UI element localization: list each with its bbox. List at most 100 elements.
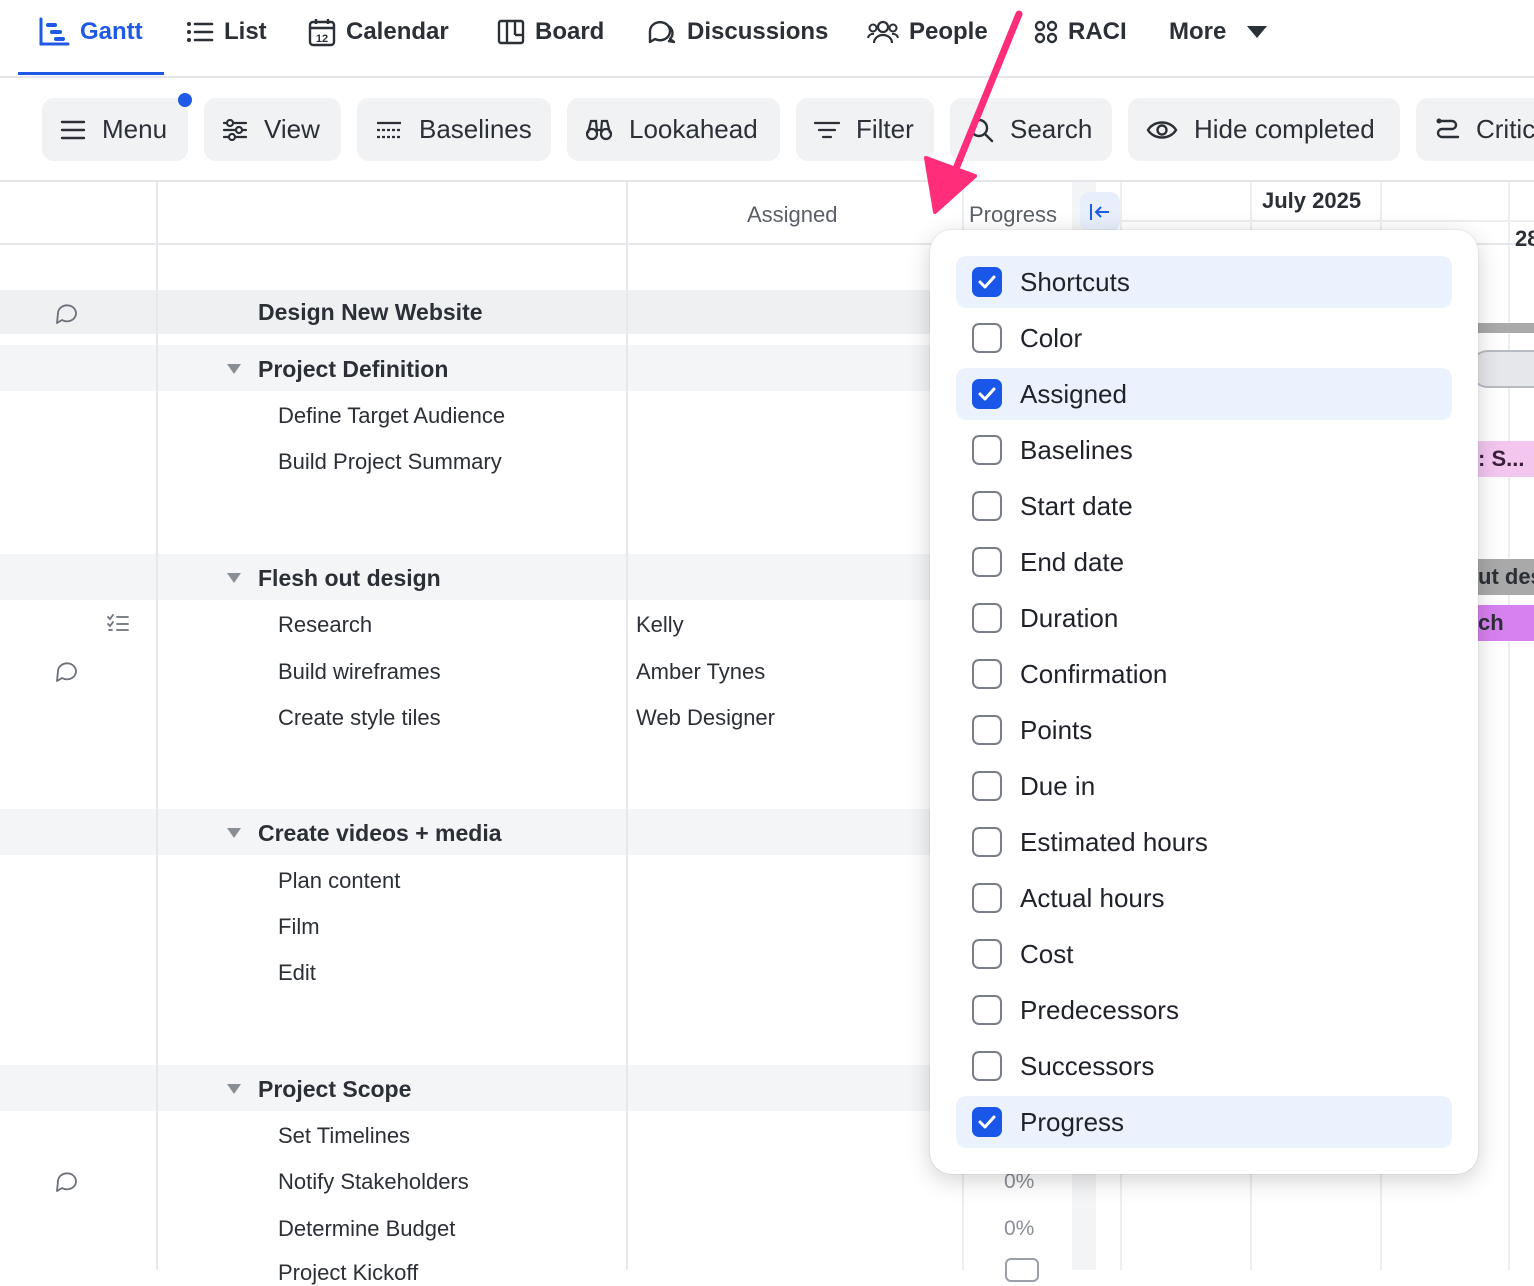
tab-board[interactable]: Board — [497, 12, 604, 52]
group-row[interactable] — [0, 554, 930, 600]
task-name[interactable]: Define Target Audience — [278, 403, 505, 429]
collapse-columns-button[interactable] — [1080, 192, 1120, 232]
checkbox-checked[interactable] — [972, 267, 1002, 297]
checklist-icon[interactable] — [106, 613, 130, 633]
tab-label: Calendar — [346, 18, 449, 45]
group-title[interactable]: Project Scope — [258, 1076, 411, 1103]
checkbox-checked[interactable] — [972, 379, 1002, 409]
column-option-assigned[interactable]: Assigned — [956, 368, 1452, 420]
hide-completed-button[interactable]: Hide completed — [1128, 98, 1400, 161]
tab-more[interactable]: More — [1169, 12, 1268, 52]
column-option-predecessors[interactable]: Predecessors — [956, 984, 1452, 1036]
group-row[interactable] — [0, 345, 930, 391]
task-assignee[interactable]: Kelly — [636, 612, 684, 638]
column-option-duration[interactable]: Duration — [956, 592, 1452, 644]
critical-path-button[interactable]: Critic — [1416, 98, 1534, 161]
checkbox[interactable] — [972, 995, 1002, 1025]
tab-people[interactable]: People — [867, 12, 988, 52]
menu-notification-dot — [178, 93, 192, 107]
column-option-start-date[interactable]: Start date — [956, 480, 1452, 532]
tab-list[interactable]: List — [186, 12, 267, 52]
column-option-successors[interactable]: Successors — [956, 1040, 1452, 1092]
column-option-end-date[interactable]: End date — [956, 536, 1452, 588]
checkbox[interactable] — [972, 771, 1002, 801]
menu-button[interactable]: Menu — [42, 98, 188, 161]
checkbox[interactable] — [972, 1051, 1002, 1081]
task-name[interactable]: Project Kickoff — [278, 1260, 418, 1286]
collapse-caret-icon[interactable] — [227, 1084, 241, 1094]
checkbox[interactable] — [972, 491, 1002, 521]
checkbox[interactable] — [972, 715, 1002, 745]
view-button[interactable]: View — [204, 98, 341, 161]
task-name[interactable]: Film — [278, 914, 320, 940]
checkbox[interactable] — [972, 827, 1002, 857]
task-name[interactable]: Create style tiles — [278, 705, 441, 731]
task-name[interactable]: Research — [278, 612, 372, 638]
column-option-progress[interactable]: Progress — [956, 1096, 1452, 1148]
column-option-estimated-hours[interactable]: Estimated hours — [956, 816, 1452, 868]
lookahead-button[interactable]: Lookahead — [567, 98, 780, 161]
task-bar[interactable]: : S... — [1478, 441, 1534, 477]
task-name[interactable]: Notify Stakeholders — [278, 1169, 469, 1195]
group-bar[interactable]: ut des — [1478, 559, 1534, 595]
checkbox[interactable] — [972, 659, 1002, 689]
task-assignee[interactable]: Web Designer — [636, 705, 775, 731]
tab-label: More — [1169, 18, 1227, 45]
task-name[interactable]: Plan content — [278, 868, 400, 894]
column-option-actual-hours[interactable]: Actual hours — [956, 872, 1452, 924]
checkbox[interactable] — [972, 435, 1002, 465]
task-bar[interactable]: ch — [1478, 605, 1534, 641]
tab-calendar[interactable]: 12 Calendar — [308, 12, 449, 52]
column-option-color[interactable]: Color — [956, 312, 1452, 364]
lookahead-button-label: Lookahead — [629, 114, 758, 144]
group-title[interactable]: Project Definition — [258, 356, 448, 383]
collapse-caret-icon[interactable] — [227, 573, 241, 583]
filter-icon — [814, 121, 840, 139]
comment-icon[interactable] — [54, 301, 78, 325]
task-assignee[interactable]: Amber Tynes — [636, 659, 765, 685]
calendar-icon: 12 — [308, 17, 336, 47]
task-name[interactable]: Build wireframes — [278, 659, 441, 685]
collapse-caret-icon[interactable] — [227, 364, 241, 374]
baselines-button[interactable]: Baselines — [357, 98, 551, 161]
checkbox[interactable] — [972, 939, 1002, 969]
search-button[interactable]: Search — [950, 98, 1112, 161]
checkbox[interactable] — [972, 883, 1002, 913]
group-summary-bar[interactable] — [1470, 350, 1534, 388]
checkbox[interactable] — [972, 603, 1002, 633]
column-header-assigned[interactable]: Assigned — [747, 202, 838, 228]
tab-gantt[interactable]: Gantt — [38, 12, 143, 52]
task-name[interactable]: Edit — [278, 960, 316, 986]
checkbox-checked[interactable] — [972, 1107, 1002, 1137]
gantt-icon — [38, 17, 70, 47]
calendar-icon-day: 12 — [316, 33, 328, 45]
checkbox[interactable] — [972, 323, 1002, 353]
column-option-points[interactable]: Points — [956, 704, 1452, 756]
column-option-baselines[interactable]: Baselines — [956, 424, 1452, 476]
group-title[interactable]: Flesh out design — [258, 565, 441, 592]
task-name[interactable]: Determine Budget — [278, 1216, 455, 1242]
comment-icon[interactable] — [54, 1169, 78, 1193]
comment-icon[interactable] — [54, 659, 78, 683]
checkbox[interactable] — [972, 547, 1002, 577]
sliders-icon — [222, 118, 248, 141]
tab-raci[interactable]: RACI — [1034, 12, 1127, 52]
column-option-label: Duration — [1020, 602, 1119, 633]
group-row[interactable] — [0, 1065, 930, 1111]
column-option-shortcuts[interactable]: Shortcuts — [956, 256, 1452, 308]
column-option-confirmation[interactable]: Confirmation — [956, 648, 1452, 700]
group-title[interactable]: Create videos + media — [258, 820, 502, 847]
column-option-label: Baselines — [1020, 434, 1133, 465]
project-title[interactable]: Design New Website — [258, 299, 483, 326]
task-progress[interactable]: 0% — [1004, 1217, 1034, 1241]
collapse-caret-icon[interactable] — [227, 828, 241, 838]
progress-toggle[interactable] — [1005, 1258, 1039, 1282]
filter-button[interactable]: Filter — [796, 98, 934, 161]
task-name[interactable]: Set Timelines — [278, 1123, 410, 1149]
column-option-cost[interactable]: Cost — [956, 928, 1452, 980]
column-option-due-in[interactable]: Due in — [956, 760, 1452, 812]
task-name[interactable]: Build Project Summary — [278, 449, 502, 475]
column-header-progress[interactable]: Progress — [969, 202, 1057, 228]
project-summary-bar[interactable] — [1478, 323, 1534, 333]
tab-discussions[interactable]: Discussions — [647, 12, 828, 52]
